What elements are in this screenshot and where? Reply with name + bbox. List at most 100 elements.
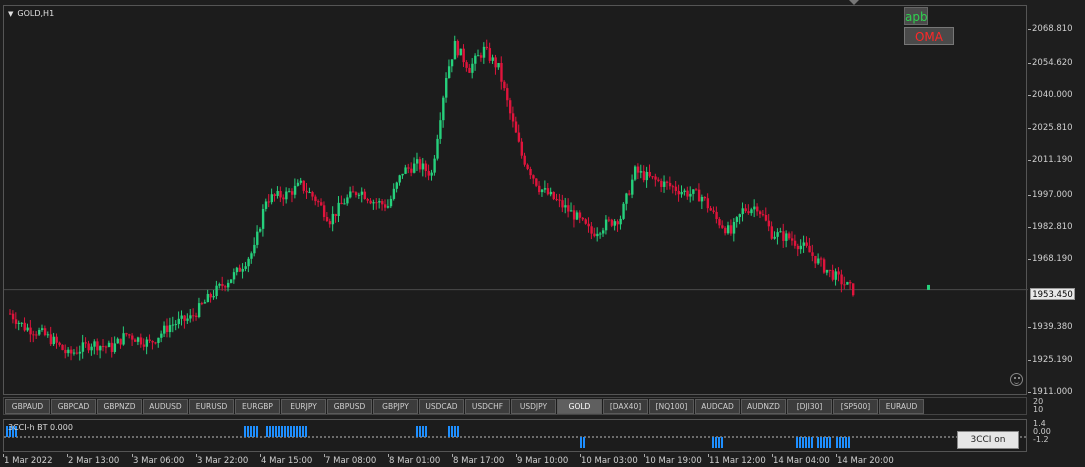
symbol-button-gbpcad[interactable]: GBPCAD bbox=[51, 399, 96, 414]
candle-bear bbox=[305, 182, 308, 199]
indicator-bar bbox=[284, 426, 286, 437]
candle-bear bbox=[668, 176, 672, 190]
candle-bull bbox=[817, 253, 820, 265]
candle-bear bbox=[302, 180, 305, 194]
candle-bull bbox=[78, 345, 82, 361]
symbol-button-usdjpy[interactable]: USDJPY bbox=[511, 399, 556, 414]
symbol-button-usdchf[interactable]: USDCHF bbox=[465, 399, 510, 414]
symbol-button-gbpusd[interactable]: GBPUSD bbox=[327, 399, 372, 414]
time-label: 7 Mar 08:00 bbox=[325, 456, 377, 466]
candle-bear bbox=[712, 206, 715, 214]
symbol-button-dji30[interactable]: [DJI30] bbox=[787, 399, 832, 414]
candle-bear bbox=[581, 217, 585, 222]
candle-bear bbox=[764, 207, 768, 222]
candle-bull bbox=[645, 166, 649, 188]
symbol-button-nq100[interactable]: [NQ100] bbox=[649, 399, 694, 414]
indicator-bar bbox=[451, 426, 453, 437]
candle-bear bbox=[375, 198, 378, 210]
candle-bear bbox=[165, 318, 169, 338]
time-label: 14 Mar 20:00 bbox=[837, 456, 894, 466]
candle-bear bbox=[195, 312, 198, 321]
candle-bull bbox=[776, 228, 779, 245]
indicator-bar bbox=[272, 426, 274, 437]
time-label: 1 Mar 2022 bbox=[4, 456, 53, 466]
symbol-button-audnzd[interactable]: AUDNZD bbox=[741, 399, 786, 414]
candle-bull bbox=[244, 261, 247, 272]
candle-bear bbox=[761, 210, 765, 217]
candle-bull bbox=[802, 235, 805, 253]
apb-button[interactable]: apb bbox=[904, 7, 928, 25]
candle-bear bbox=[747, 204, 750, 215]
price-scale[interactable]: 2068.810 2054.620 2040.000 2025.810 2011.190… bbox=[1028, 5, 1085, 397]
candle-bear bbox=[96, 338, 99, 356]
symbol-button-euraud[interactable]: EURAUD bbox=[879, 399, 924, 414]
indicator-bar bbox=[799, 437, 801, 448]
candle-bull bbox=[599, 231, 602, 239]
candle-bear bbox=[139, 333, 143, 348]
candle-bull bbox=[602, 227, 605, 237]
candle-bear bbox=[718, 217, 721, 229]
sub-window-scale: 20 10 bbox=[1033, 398, 1043, 414]
time-label: 8 Mar 17:00 bbox=[453, 456, 505, 466]
candle-bear bbox=[782, 223, 785, 248]
candle-bull bbox=[631, 174, 634, 199]
indicator-bar bbox=[275, 426, 277, 437]
candle-bear bbox=[410, 162, 413, 177]
symbol-button-gbpjpy[interactable]: GBPJPY bbox=[373, 399, 418, 414]
price-chart[interactable] bbox=[3, 5, 1028, 396]
oma-button[interactable]: OMA bbox=[904, 27, 954, 45]
indicator-bar bbox=[302, 426, 304, 437]
candle-bear bbox=[849, 280, 852, 290]
symbol-button-gbpnzd[interactable]: GBPNZD bbox=[97, 399, 142, 414]
candle-bear bbox=[133, 338, 137, 342]
candle-bear bbox=[593, 227, 596, 238]
candle-bull bbox=[439, 112, 442, 144]
candle-bull bbox=[299, 177, 303, 185]
cci-toggle-button[interactable]: 3CCI on bbox=[957, 431, 1019, 449]
candle-bear bbox=[317, 199, 320, 207]
candle-bull bbox=[247, 256, 250, 273]
time-axis[interactable]: 1 Mar 2022 2 Mar 13:00 3 Mar 06:00 3 Mar 22… bbox=[0, 454, 1028, 467]
candle-bear bbox=[128, 333, 131, 339]
candle-bull bbox=[26, 323, 29, 332]
price-tick bbox=[1028, 195, 1031, 196]
indicator-bar bbox=[848, 437, 850, 448]
candle-bear bbox=[805, 236, 808, 248]
candle-bull bbox=[825, 269, 829, 276]
candle-bear bbox=[500, 56, 503, 90]
candle-bull bbox=[38, 327, 41, 336]
triangle-down-icon[interactable]: ▼ bbox=[8, 10, 13, 18]
candle-bear bbox=[328, 218, 332, 228]
candle-bear bbox=[14, 312, 18, 329]
symbol-button-dax40[interactable]: [DAX40] bbox=[603, 399, 648, 414]
candle-bull bbox=[20, 322, 24, 327]
indicator-bar bbox=[250, 426, 252, 437]
candle-bull bbox=[779, 227, 782, 233]
symbol-button-eurusd[interactable]: EURUSD bbox=[189, 399, 234, 414]
price-label: 1939.380 bbox=[1032, 322, 1073, 332]
candle-bull bbox=[337, 196, 340, 223]
candle-bear bbox=[110, 337, 114, 358]
symbol-button-gbpaud[interactable]: GBPAUD bbox=[5, 399, 50, 414]
candle-bull bbox=[497, 62, 500, 70]
candle-bull bbox=[40, 324, 44, 332]
candle-bull bbox=[753, 199, 756, 218]
candle-bear bbox=[590, 221, 593, 240]
symbol-button-sp500[interactable]: [SP500] bbox=[833, 399, 878, 414]
indicator-window[interactable] bbox=[3, 419, 1028, 452]
candle-bull bbox=[540, 188, 544, 197]
symbol-button-eurgbp[interactable]: EURGBP bbox=[235, 399, 280, 414]
symbol-button-audusd[interactable]: AUDUSD bbox=[143, 399, 188, 414]
price-label: 1997.000 bbox=[1032, 190, 1073, 200]
price-tick bbox=[1028, 327, 1031, 328]
candle-bull bbox=[680, 185, 683, 198]
symbol-button-gold[interactable]: GOLD bbox=[557, 399, 602, 414]
candle-bull bbox=[17, 320, 21, 331]
symbol-button-usdcad[interactable]: USDCAD bbox=[419, 399, 464, 414]
symbol-button-audcad[interactable]: AUDCAD bbox=[695, 399, 740, 414]
candle-bull bbox=[735, 216, 739, 228]
symbol-button-eurjpy[interactable]: EURJPY bbox=[281, 399, 326, 414]
candle-bull bbox=[689, 186, 692, 203]
candle-bull bbox=[442, 95, 445, 128]
candlestick-plot[interactable] bbox=[4, 6, 1028, 396]
